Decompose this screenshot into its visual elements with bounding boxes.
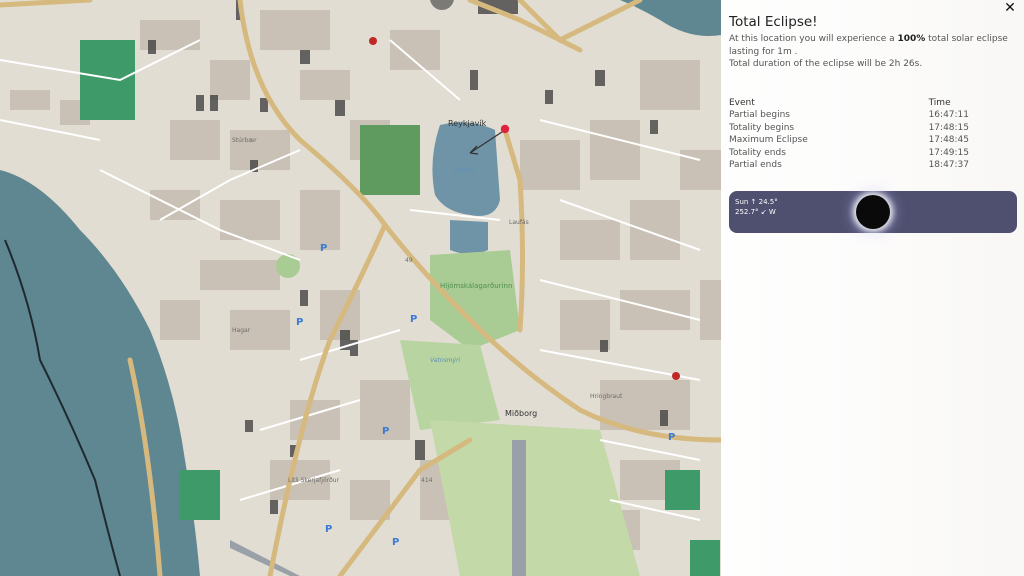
- label-hljomskalagardurinn: Hljómskálagarðurinn: [440, 282, 512, 290]
- parking-icon: P: [668, 432, 675, 443]
- event-time: 16:47:11: [928, 110, 969, 120]
- hospital-icon: [672, 372, 680, 380]
- parking-icon: P: [392, 537, 399, 548]
- eclipse-description: At this location you will experience a 1…: [729, 34, 1008, 57]
- parking-icon: P: [382, 426, 389, 437]
- column-header-event: Event: [729, 97, 755, 108]
- hospital-icon: [369, 37, 377, 45]
- label-road-49: 49: [405, 257, 413, 264]
- label-reykjavik: Reykjavík: [448, 119, 487, 128]
- label-laufas: Laufás: [509, 219, 529, 226]
- event-name: Maximum Eclipse: [729, 135, 808, 145]
- eclipse-disc-icon: [856, 195, 890, 229]
- eclipse-events-table: Event Time Partial begins 16:47:11 Total…: [729, 97, 969, 172]
- close-button[interactable]: ✕: [1002, 0, 1018, 16]
- label-vatnsmyri: Vatnsmýri: [430, 357, 461, 364]
- column-header-time: Time: [928, 97, 951, 108]
- event-time: 17:48:45: [928, 135, 969, 145]
- lake-south: [450, 220, 488, 254]
- parking-icon: P: [410, 314, 417, 325]
- parking-icon: P: [325, 524, 332, 535]
- event-name: Totality ends: [729, 147, 786, 158]
- parking-icon: P: [296, 317, 303, 328]
- label-sturbaer: Stúrbær: [232, 137, 257, 144]
- label-midborg: Miðborg: [505, 409, 537, 418]
- table-row: Partial begins 16:47:11: [729, 109, 969, 122]
- totality-duration: 1m: [777, 46, 792, 57]
- table-row: Totality begins 17:48:15: [729, 122, 969, 135]
- event-time: 17:49:15: [928, 147, 969, 158]
- label-litli-skerjafjordur: Litli Skerjafjörður: [288, 477, 340, 484]
- total-duration-text: Total duration of the eclipse will be 2h…: [729, 59, 923, 69]
- sun-position-card: Sun ↑ 24.5° 252.7° ↙ W: [729, 191, 1017, 233]
- event-time: 18:47:37: [928, 160, 969, 170]
- label-hagar: Hagar: [232, 327, 251, 334]
- event-name: Partial ends: [729, 160, 782, 170]
- event-name: Totality begins: [729, 122, 795, 133]
- event-name: Partial begins: [729, 110, 791, 120]
- panel-title: Total Eclipse!: [729, 14, 818, 30]
- location-marker-icon[interactable]: [500, 124, 510, 134]
- event-time: 17:48:15: [928, 122, 969, 133]
- table-row: Partial ends 18:47:37: [729, 159, 969, 172]
- table-row: Maximum Eclipse 17:48:45: [729, 134, 969, 147]
- eclipse-percent: 100%: [897, 34, 926, 44]
- label-tjornin: Tjörnin: [454, 167, 475, 174]
- label-hringbraut: Hringbraut: [590, 393, 623, 400]
- label-road-414: 414: [421, 477, 433, 484]
- parking-icon: P: [320, 243, 327, 254]
- eclipse-info-panel: ✕ Total Eclipse! At this location you wi…: [721, 0, 1024, 576]
- table-row: Totality ends 17:49:15: [729, 147, 969, 160]
